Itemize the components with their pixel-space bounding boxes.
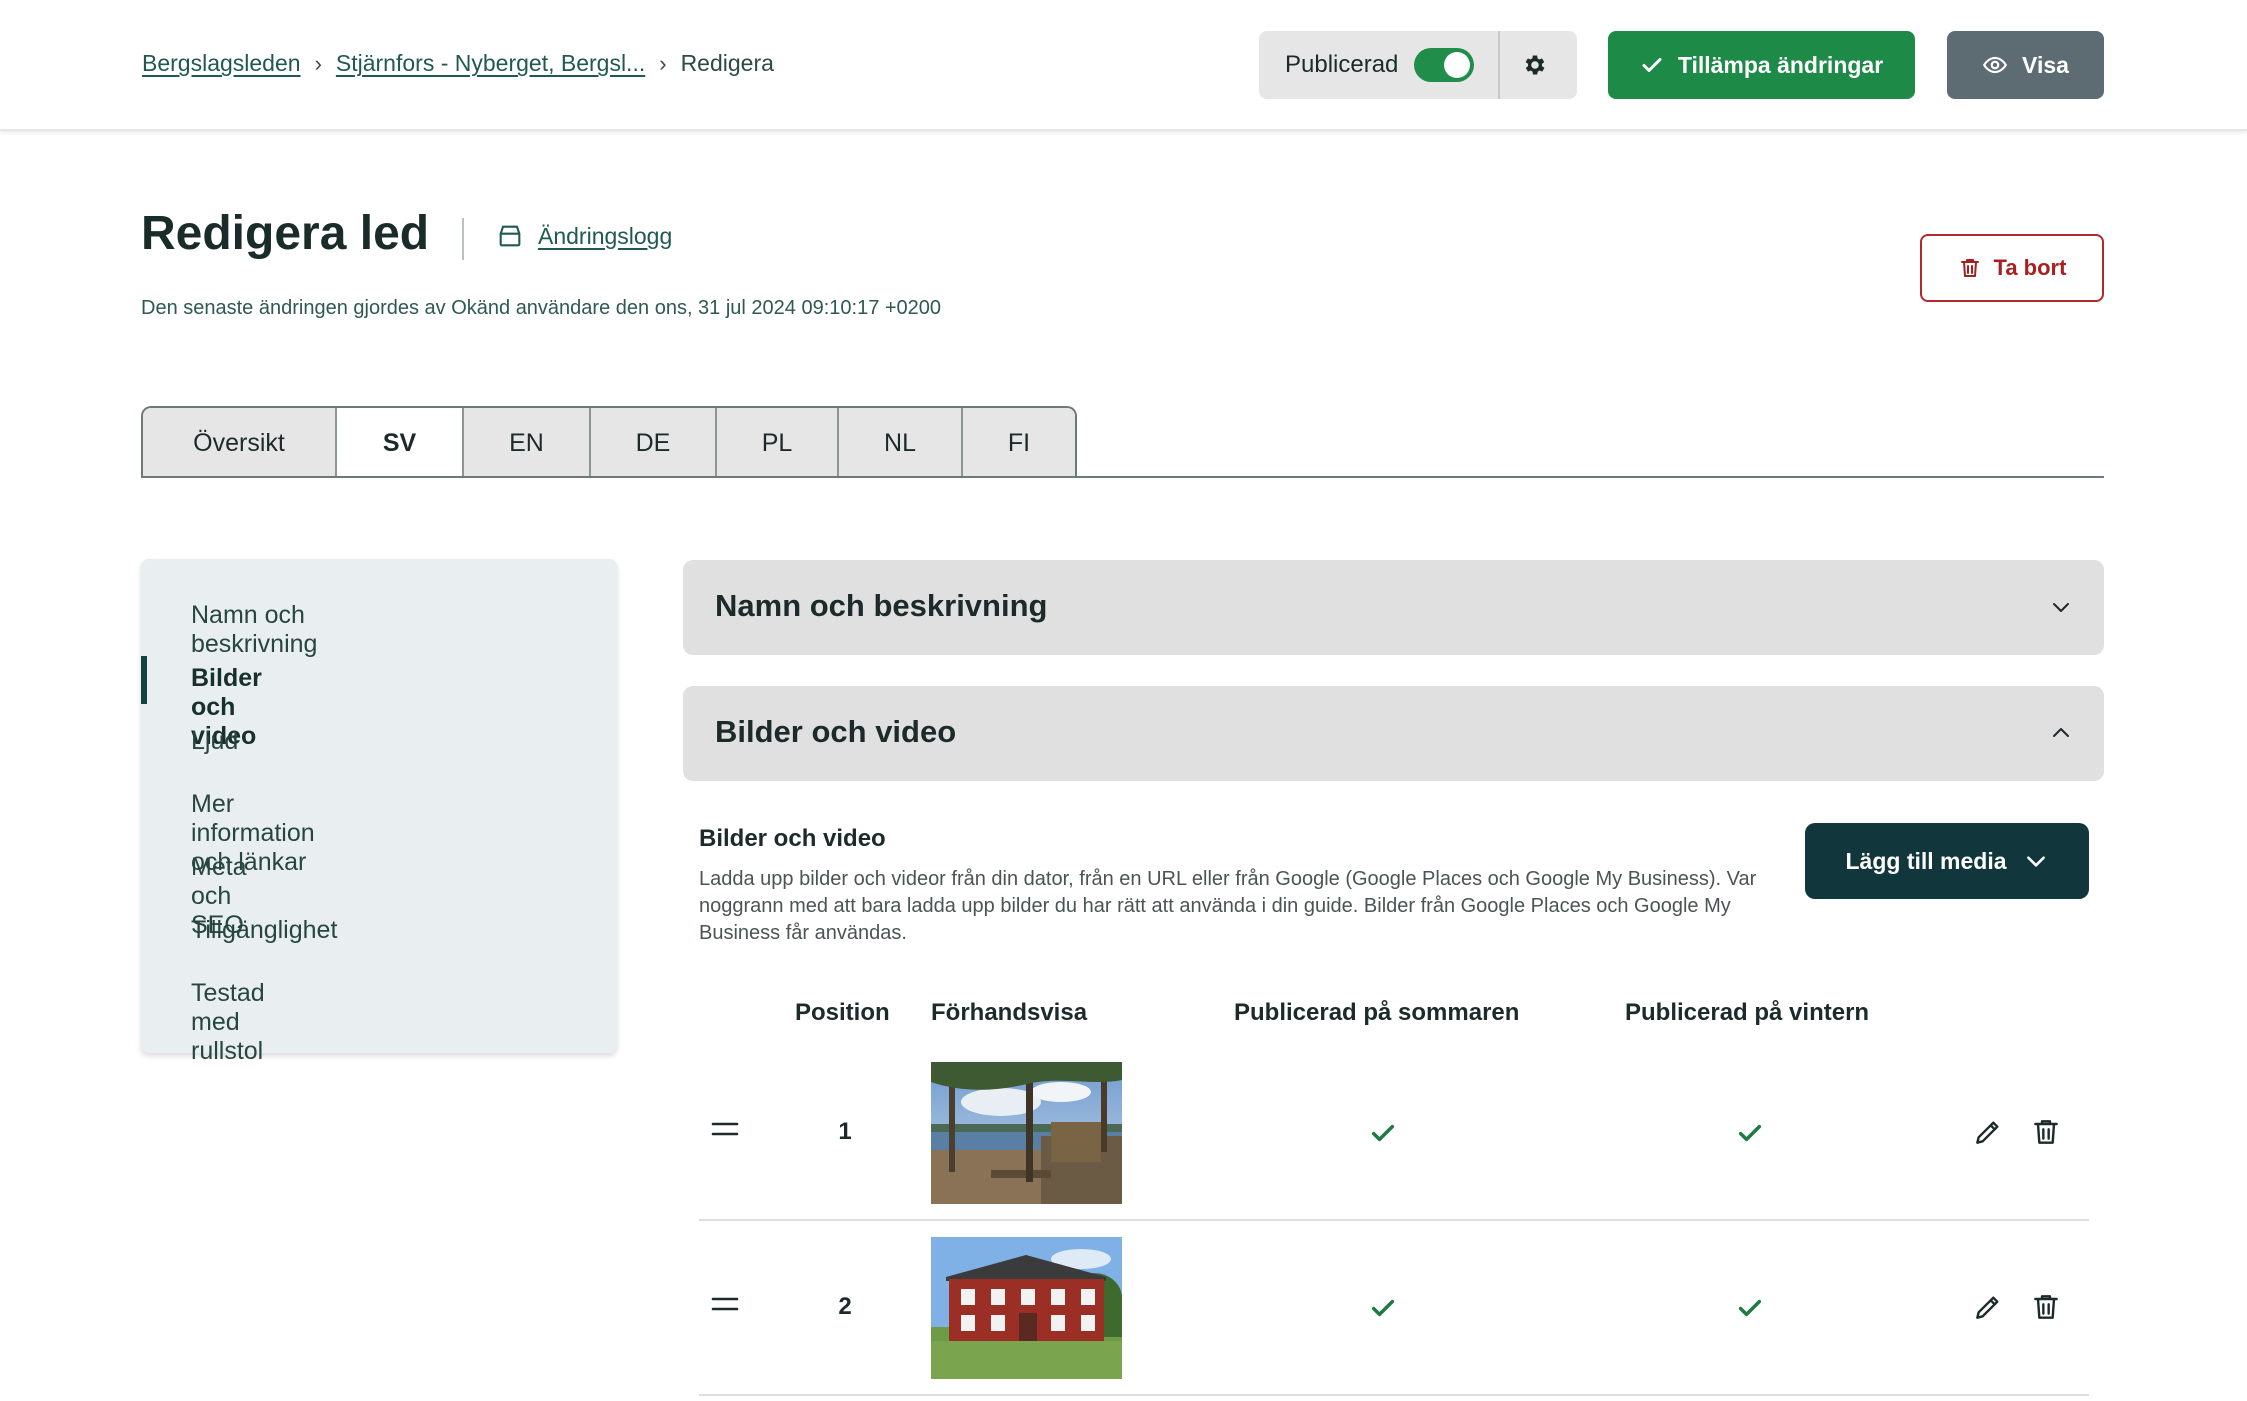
trash-icon [1960, 259, 1979, 277]
tab-overview[interactable]: Översikt [143, 408, 337, 478]
publish-control: Publicerad [1259, 31, 1577, 99]
add-media-label: Lägg till media [1845, 847, 2007, 874]
title-divider [462, 218, 464, 260]
media-thumbnail-lake-shore[interactable] [931, 1062, 1122, 1204]
page-title: Redigera led [141, 207, 430, 260]
sidebar-item-name-description[interactable]: Namn och beskrivning [191, 601, 317, 659]
edit-pencil-icon[interactable] [1972, 1291, 2004, 1323]
changelog-label: Ändringslogg [538, 222, 673, 249]
add-media-button[interactable]: Lägg till media [1805, 823, 2089, 899]
sidebar-item-accessibility[interactable]: Tillgänglighet [191, 916, 337, 945]
media-thumbnail-red-house[interactable] [931, 1237, 1122, 1379]
archive-box-icon [499, 225, 521, 247]
summer-published-check-icon [1371, 1124, 1395, 1142]
tabs-baseline [141, 476, 2104, 478]
row-position: 1 [838, 1118, 852, 1145]
breadcrumb-current: Redigera [680, 50, 774, 76]
accordion-title: Namn och beskrivning [715, 588, 1048, 623]
breadcrumb: Bergslagsleden › Stjärnfors - Nyberget, … [142, 50, 774, 77]
chevron-up-icon [2046, 718, 2076, 748]
last-change-info: Den senaste ändringen gjordes av Okänd a… [141, 297, 942, 319]
tab-pl[interactable]: PL [717, 408, 839, 478]
table-row: 1 [699, 1046, 2089, 1221]
published-label: Publicerad [1285, 51, 1399, 78]
tab-en[interactable]: EN [464, 408, 591, 478]
settings-button[interactable] [1500, 31, 1569, 99]
chevron-down-icon [2026, 856, 2045, 867]
top-bar: Bergslagsleden › Stjärnfors - Nyberget, … [0, 0, 2247, 131]
edit-pencil-icon[interactable] [1972, 1116, 2004, 1148]
sidebar-active-indicator [141, 656, 147, 704]
winter-published-check-icon [1738, 1124, 1762, 1142]
column-header-winter: Publicerad på vintern [1625, 999, 1870, 1026]
language-tabs: Översikt SV EN DE PL NL FI [141, 406, 1077, 478]
published-toggle[interactable] [1414, 48, 1475, 82]
accordion-media[interactable]: Bilder och video [683, 686, 2104, 781]
breadcrumb-link-trail[interactable]: Bergslagsleden [142, 50, 301, 77]
drag-handle-icon[interactable] [711, 1293, 739, 1315]
breadcrumb-separator-icon: › [659, 50, 667, 76]
column-header-preview: Förhandsvisa [931, 999, 1088, 1026]
column-header-summer: Publicerad på sommaren [1234, 999, 1520, 1026]
tab-de[interactable]: DE [591, 408, 717, 478]
winter-published-check-icon [1738, 1299, 1762, 1317]
column-header-position: Position [795, 999, 890, 1026]
accordion-name-description[interactable]: Namn och beskrivning [683, 560, 2104, 655]
apply-changes-button[interactable]: Tillämpa ändringar [1608, 31, 1915, 99]
summer-published-check-icon [1371, 1299, 1395, 1317]
tab-nl[interactable]: NL [839, 408, 963, 478]
accordion-title: Bilder och video [715, 714, 957, 749]
check-icon [1642, 58, 1662, 72]
row-position: 2 [838, 1293, 852, 1320]
view-button[interactable]: Visa [1947, 31, 2104, 99]
breadcrumb-link-section[interactable]: Stjärnfors - Nyberget, Bergsl... [336, 50, 645, 77]
breadcrumb-separator-icon: › [314, 50, 322, 76]
trash-icon[interactable] [2030, 1116, 2062, 1148]
changelog-link[interactable]: Ändringslogg [496, 222, 672, 250]
media-description: Ladda upp bilder och videor från din dat… [699, 868, 1757, 944]
chevron-down-icon [2046, 592, 2076, 622]
delete-label: Ta bort [1993, 255, 2067, 280]
sidebar-item-wheelchair-tested[interactable]: Testad med rullstol [191, 979, 265, 1066]
trash-icon[interactable] [2030, 1291, 2062, 1323]
tab-fi[interactable]: FI [963, 408, 1075, 478]
tab-sv[interactable]: SV [337, 408, 464, 478]
table-row: 2 [699, 1221, 2089, 1396]
view-label: Visa [2022, 51, 2069, 78]
drag-handle-icon[interactable] [711, 1118, 739, 1140]
apply-changes-label: Tillämpa ändringar [1677, 51, 1884, 78]
delete-button[interactable]: Ta bort [1920, 234, 2104, 302]
media-heading: Bilder och video [699, 825, 886, 852]
sidebar-item-audio[interactable]: Ljud [191, 727, 238, 756]
gear-icon [1525, 55, 1545, 75]
toggle-knob [1444, 52, 1471, 78]
eye-icon [1982, 56, 2008, 74]
